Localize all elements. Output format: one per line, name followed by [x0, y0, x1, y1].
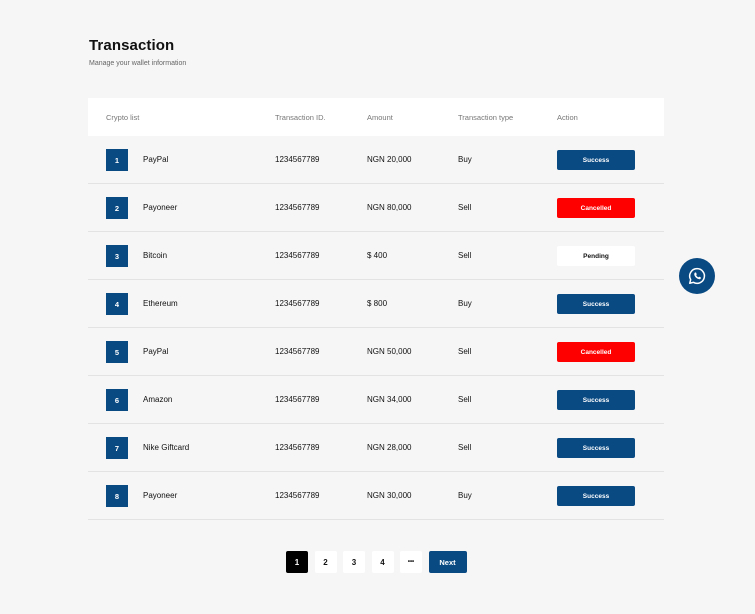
status-success-button[interactable]: Success [557, 486, 635, 506]
status-success-button[interactable]: Success [557, 390, 635, 410]
transaction-type: Sell [458, 203, 472, 212]
transaction-type: Sell [458, 443, 472, 452]
amount: NGN 28,000 [367, 443, 412, 452]
row-number-badge: 4 [106, 293, 128, 315]
header-transaction-type: Transaction type [458, 113, 514, 122]
status-success-button[interactable]: Success [557, 438, 635, 458]
crypto-name: Ethereum [143, 299, 178, 308]
table-row: 8 Payoneer 1234567789 NGN 30,000 Buy Success [88, 472, 664, 520]
amount: NGN 80,000 [367, 203, 412, 212]
amount: $ 400 [367, 251, 388, 260]
page-4-button[interactable]: 4 [371, 551, 394, 573]
table-row: 2 Payoneer 1234567789 NGN 80,000 Sell Cancell… [88, 184, 664, 232]
status-success-button[interactable]: Success [557, 294, 635, 314]
transaction-type: Sell [458, 347, 472, 356]
status-cancelled-button[interactable]: Cancelled [557, 198, 635, 218]
crypto-name: Payoneer [143, 491, 178, 500]
crypto-name: Bitcoin [143, 251, 168, 260]
transaction-type: Buy [458, 491, 472, 500]
transaction-id: 1234567789 [275, 299, 320, 308]
row-number-badge: 2 [106, 197, 128, 219]
header-amount: Amount [367, 113, 393, 122]
header-transaction-id: Transaction ID. [275, 113, 326, 122]
transaction-id: 1234567789 [275, 443, 320, 452]
transaction-type: Buy [458, 155, 472, 164]
row-number-badge: 5 [106, 341, 128, 363]
amount: $ 800 [367, 299, 388, 308]
header-crypto-list: Crypto list [106, 113, 140, 122]
transaction-id: 1234567789 [275, 491, 320, 500]
status-success-button[interactable]: Success [557, 150, 635, 170]
amount: NGN 34,000 [367, 395, 412, 404]
status-pending-button[interactable]: Pending [557, 246, 635, 266]
transaction-id: 1234567789 [275, 251, 320, 260]
amount: NGN 50,000 [367, 347, 412, 356]
row-number-badge: 6 [106, 389, 128, 411]
page-subtitle: Manage your wallet information [89, 60, 187, 67]
amount: NGN 30,000 [367, 491, 412, 500]
table-header: Crypto list Transaction ID. Amount Trans… [88, 98, 664, 136]
status-cancelled-button[interactable]: Cancelled [557, 342, 635, 362]
table-row: 7 Nike Giftcard 1234567789 NGN 28,000 Sell Su… [88, 424, 664, 472]
pagination-ellipsis[interactable]: ••• [400, 551, 422, 573]
transaction-id: 1234567789 [275, 395, 320, 404]
transaction-id: 1234567789 [275, 155, 320, 164]
page-2-button[interactable]: 2 [314, 551, 337, 573]
crypto-name: Payoneer [143, 203, 178, 212]
table-row: 3 Bitcoin 1234567789 $ 400 Sell Pending [88, 232, 664, 280]
crypto-name: PayPal [143, 347, 169, 356]
transaction-id: 1234567789 [275, 347, 320, 356]
page-1-button[interactable]: 1 [286, 551, 308, 573]
table-row: 5 PayPal 1234567789 NGN 50,000 Sell Cancelled [88, 328, 664, 376]
transaction-type: Sell [458, 251, 472, 260]
page-title: Transaction [89, 37, 175, 54]
transactions-table: Crypto list Transaction ID. Amount Trans… [88, 98, 664, 520]
next-page-button[interactable]: Next [428, 551, 467, 573]
row-number-badge: 1 [106, 149, 128, 171]
row-number-badge: 7 [106, 437, 128, 459]
transaction-id: 1234567789 [275, 203, 320, 212]
transaction-type: Buy [458, 299, 472, 308]
crypto-name: PayPal [143, 155, 169, 164]
table-row: 1 PayPal 1234567789 NGN 20,000 Buy Success [88, 136, 664, 184]
whatsapp-button[interactable] [679, 258, 715, 294]
table-row: 4 Ethereum 1234567789 $ 800 Buy Success [88, 280, 664, 328]
header-action: Action [557, 113, 578, 122]
table-body: 1 PayPal 1234567789 NGN 20,000 Buy Success 2 Pa… [88, 136, 664, 520]
transaction-type: Sell [458, 395, 472, 404]
page-3-button[interactable]: 3 [343, 551, 365, 573]
crypto-name: Nike Giftcard [143, 443, 190, 452]
table-row: 6 Amazon 1234567789 NGN 34,000 Sell Success [88, 376, 664, 424]
row-number-badge: 8 [106, 485, 128, 507]
row-number-badge: 3 [106, 245, 128, 267]
whatsapp-icon [688, 267, 706, 285]
crypto-name: Amazon [143, 395, 173, 404]
amount: NGN 20,000 [367, 155, 412, 164]
